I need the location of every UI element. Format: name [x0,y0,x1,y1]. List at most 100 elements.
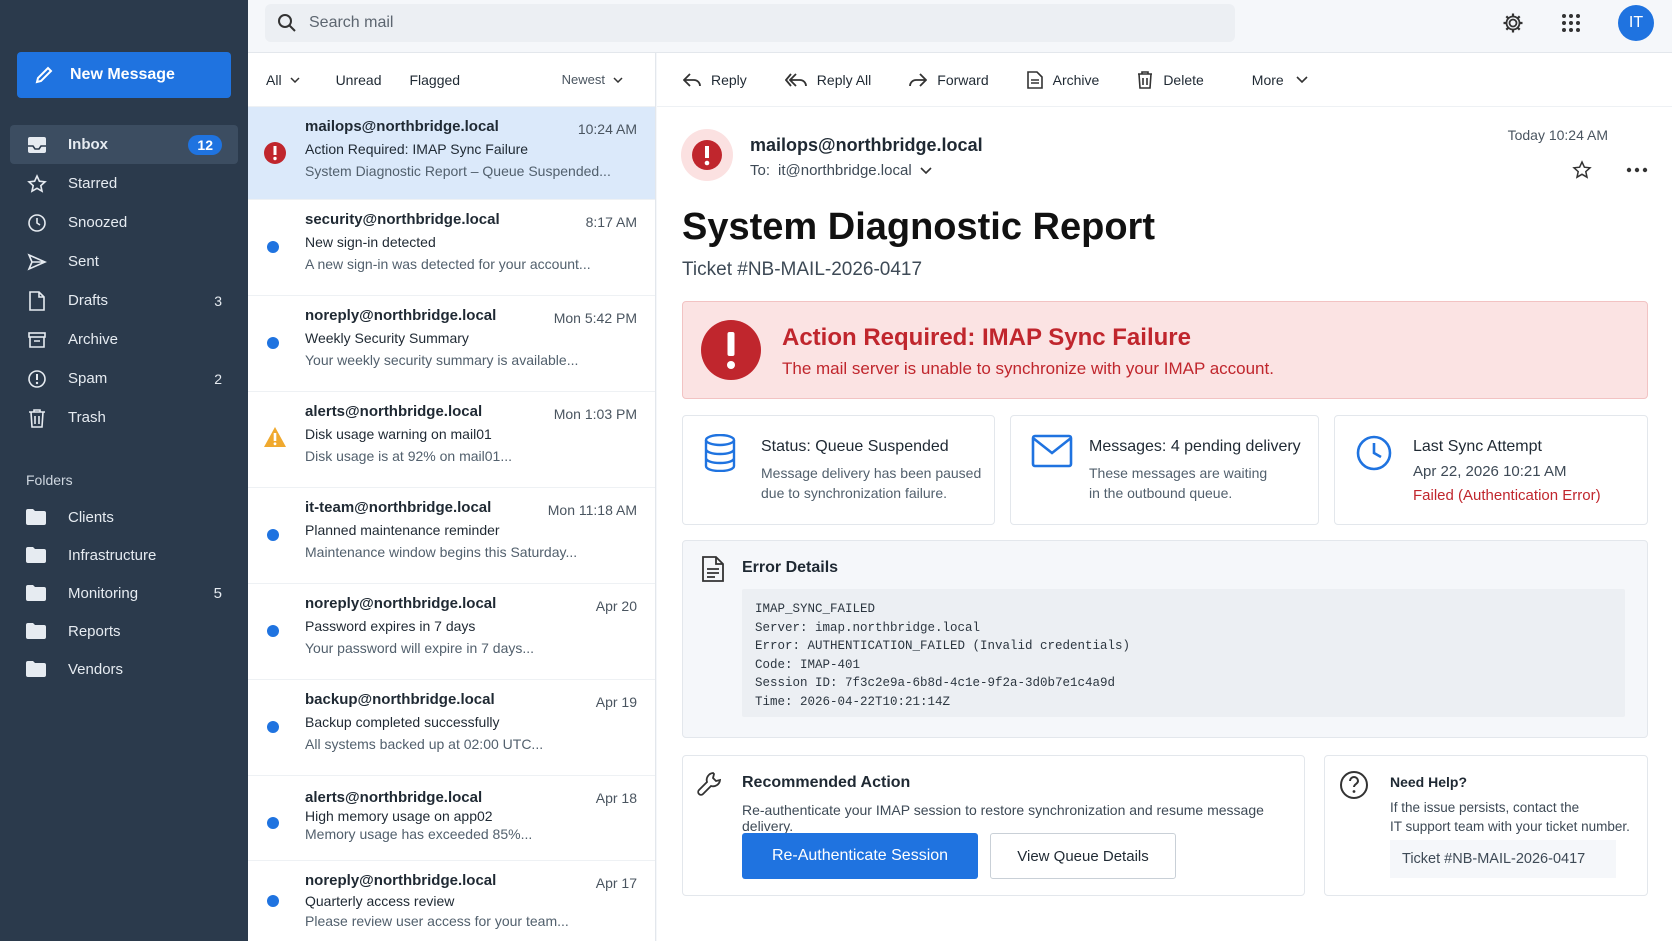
error-icon [701,320,761,380]
mail-subject: Disk usage warning on mail01 [305,426,492,442]
mail-subject: Backup completed successfully [305,714,500,730]
database-icon [704,434,736,472]
error-icon [681,129,733,181]
sync-time: Apr 22, 2026 10:21 AM [1413,463,1567,480]
archive-icon [26,329,48,351]
message-header: mailops@northbridge.local To: it@northbr… [657,107,1672,207]
mail-subject: Planned maintenance reminder [305,522,500,538]
list-item[interactable]: noreply@northbridge.local Apr 17 Quarter… [248,861,655,941]
folder-item-clients[interactable]: Clients [10,498,238,536]
archive-button[interactable]: Archive [1026,70,1099,89]
view-queue-button[interactable]: View Queue Details [990,833,1176,879]
sidebar-item-spam[interactable]: Spam 2 [10,359,238,398]
mail-subject: Action Required: IMAP Sync Failure [305,141,529,157]
reply-label: Reply [711,71,747,88]
reply-all-button[interactable]: Reply All [784,72,871,88]
chevron-down-icon[interactable] [920,167,932,174]
reauthenticate-button[interactable]: Re-Authenticate Session [742,833,978,879]
unread-dot [267,817,279,829]
new-message-button[interactable]: New Message [17,52,231,98]
search-icon [278,14,296,32]
list-item[interactable]: it-team@northbridge.local Mon 11:18 AM P… [248,488,655,584]
mail-subject: Quarterly access review [305,893,455,909]
search-box[interactable] [265,4,1235,42]
list-item[interactable]: noreply@northbridge.local Apr 20 Passwor… [248,584,655,680]
to-label: To: [750,162,771,179]
help-icon [1340,771,1368,799]
pending-messages-card: Messages: 4 pending delivery These messa… [1010,415,1319,525]
status-card: Status: Queue Suspended Message delivery… [682,415,995,525]
clock-icon [26,212,48,234]
folders-heading: Folders [26,472,73,488]
sidebar-item-starred[interactable]: Starred [10,164,238,203]
mail-sender: noreply@northbridge.local [305,595,497,612]
sidebar-item-inbox[interactable]: Inbox 12 [10,125,238,164]
search-input[interactable] [309,14,1209,32]
inbox-icon [26,134,48,156]
error-details-title: Error Details [742,559,839,576]
error-line: IMAP_SYNC_FAILED [755,602,876,616]
more-options-icon[interactable] [1626,160,1648,180]
alert-title: Action Required: IMAP Sync Failure [782,324,1191,351]
list-item[interactable]: mailops@northbridge.local 10:24 AM Actio… [248,107,655,200]
folder-item-infrastructure[interactable]: Infrastructure [10,536,238,574]
error-code-block: IMAP_SYNC_FAILED Server: imap.northbridg… [742,589,1625,717]
error-line: Session ID: 7f3c2e9a-6b8d-4c1e-9f2a-3d0b… [755,676,1116,690]
mail-time: Apr 18 [595,790,637,806]
mail-preview: All systems backed up at 02:00 UTC... [305,736,544,752]
sidebar-item-label: Trash [68,409,106,426]
sidebar-item-label: Starred [68,175,118,192]
mail-sender: backup@northbridge.local [305,691,495,708]
folder-label: Clients [68,508,114,526]
list-item[interactable]: alerts@northbridge.local Apr 18 High mem… [248,776,655,861]
folder-item-reports[interactable]: Reports [10,612,238,650]
list-item[interactable]: security@northbridge.local 8:17 AM New s… [248,200,655,296]
sidebar: New Message Inbox 12 Starred Snoozed Sen… [0,0,248,941]
folder-icon [26,547,48,563]
avatar[interactable]: IT [1618,5,1654,41]
filter-flagged[interactable]: Flagged [409,72,460,88]
sidebar-item-label: Drafts [68,292,109,309]
filter-unread[interactable]: Unread [336,72,382,88]
mail-sender: alerts@northbridge.local [305,789,483,806]
help-card: Need Help? If the issue persists, contac… [1324,755,1648,896]
sidebar-item-drafts[interactable]: Drafts 3 [10,281,238,320]
unread-dot [267,625,279,637]
mail-time: Apr 19 [595,694,637,710]
filter-all[interactable]: All [266,72,300,88]
mail-time: Apr 17 [595,875,637,891]
sidebar-item-archive[interactable]: Archive [10,320,238,359]
folder-label: Monitoring [68,584,139,602]
folder-item-vendors[interactable]: Vendors [10,650,238,688]
star-icon[interactable] [1572,160,1592,180]
reply-button[interactable]: Reply [683,72,747,88]
list-filters: All Unread Flagged Newest [248,53,655,107]
list-item[interactable]: noreply@northbridge.local Mon 5:42 PM We… [248,296,655,392]
unread-dot [267,337,279,349]
sort-dropdown[interactable]: Newest [562,72,623,87]
apps-grid-icon[interactable] [1559,11,1583,35]
sidebar-item-trash[interactable]: Trash [10,398,238,437]
pending-line-2: in the outbound queue. [1089,485,1233,501]
folder-icon [26,509,48,525]
sidebar-item-sent[interactable]: Sent [10,242,238,281]
settings-gear-icon[interactable] [1501,11,1525,35]
folder-label: Vendors [68,660,124,678]
folder-item-monitoring[interactable]: Monitoring 5 [10,574,238,612]
wrench-icon [697,772,722,796]
sidebar-item-label: Sent [68,253,99,270]
list-item[interactable]: alerts@northbridge.local Mon 1:03 PM Dis… [248,392,655,488]
forward-button[interactable]: Forward [909,72,989,88]
mail-preview: Please review user access for your team.… [305,913,569,929]
envelope-icon [1031,434,1073,468]
sidebar-item-snoozed[interactable]: Snoozed [10,203,238,242]
delete-button[interactable]: Delete [1137,70,1204,89]
mail-subject: Weekly Security Summary [305,330,469,346]
reading-pane: Reply Reply All Forward Archive Delete M… [657,53,1672,941]
ticket-number: Ticket #NB-MAIL-2026-0417 [682,259,923,280]
drafts-count: 3 [214,292,222,309]
list-item[interactable]: backup@northbridge.local Apr 19 Backup c… [248,680,655,776]
unread-dot [267,895,279,907]
more-dropdown[interactable]: More [1252,72,1308,88]
mail-preview: A new sign-in was detected for your acco… [305,256,591,272]
